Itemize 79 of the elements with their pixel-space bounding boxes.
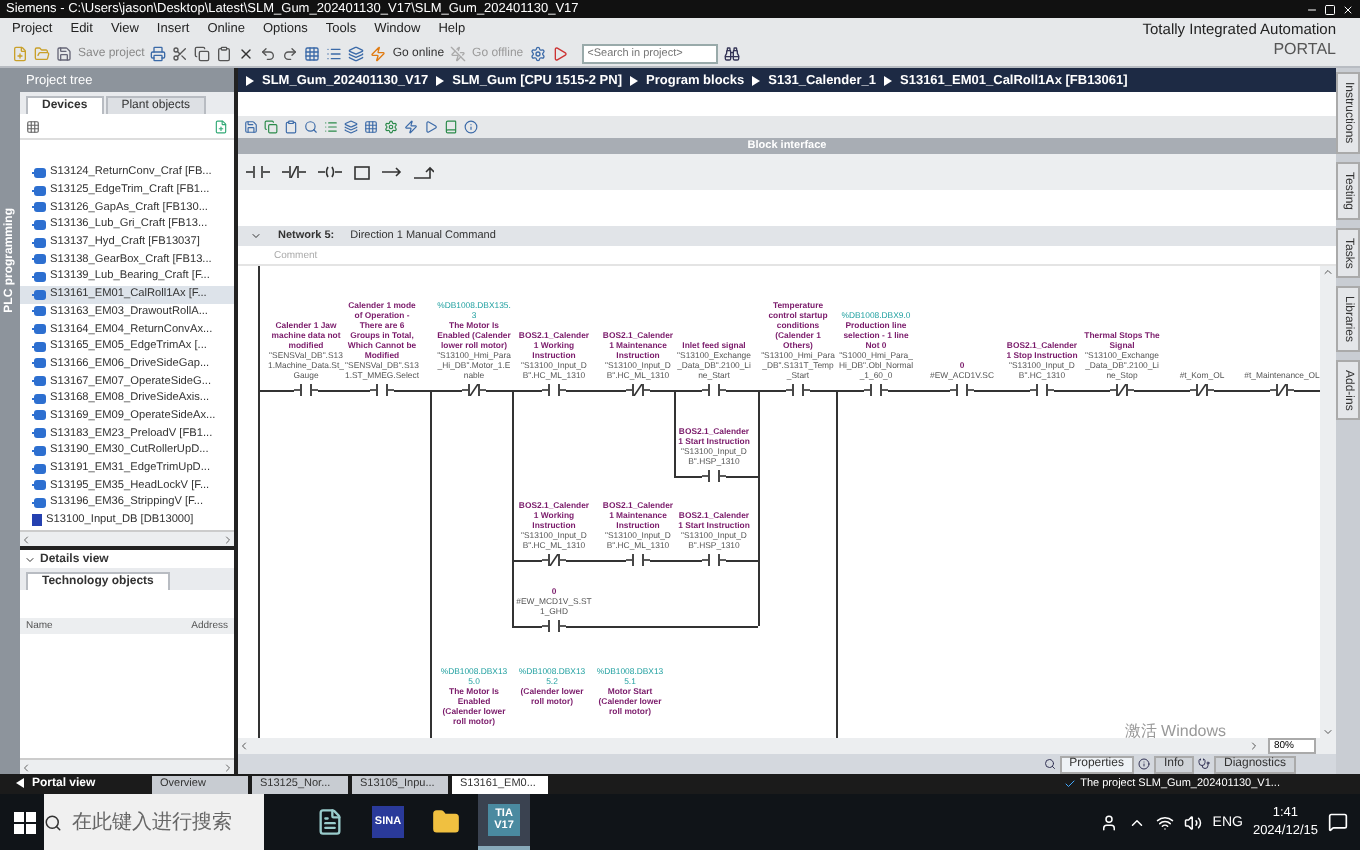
function-block-icon	[32, 341, 46, 352]
function-block-icon	[32, 376, 46, 387]
editor-tool-icon[interactable]	[264, 120, 278, 134]
volume-icon[interactable]	[1184, 813, 1203, 831]
contact-instruction-icon[interactable]	[246, 166, 270, 178]
collapse-icon[interactable]	[250, 230, 262, 242]
function-block-icon	[32, 497, 46, 508]
check-icon	[1064, 778, 1077, 790]
brand-subtitle: PORTAL	[1273, 40, 1336, 60]
breadcrumb-arrow-icon	[436, 75, 445, 85]
back-arrow-icon	[16, 777, 24, 787]
function-block-icon	[32, 358, 46, 369]
function-block-icon	[32, 306, 46, 317]
data-block-icon	[32, 514, 42, 527]
windows-start-icon[interactable]	[14, 811, 36, 833]
copy-icon[interactable]	[194, 45, 211, 61]
settings-icon[interactable]	[529, 45, 546, 61]
function-block-icon	[32, 219, 46, 230]
function-block-icon	[32, 202, 46, 213]
print-icon[interactable]	[150, 45, 167, 61]
editor-tool-icon[interactable]	[384, 120, 398, 134]
document-icon	[316, 808, 344, 836]
network-icon[interactable]	[1156, 813, 1175, 831]
paste-icon[interactable]	[216, 45, 233, 61]
contact-instruction-icon[interactable]	[282, 166, 306, 178]
function-block-icon	[32, 254, 46, 265]
binoculars-icon[interactable]	[723, 45, 740, 61]
activation-watermark: 激活 Windows	[1124, 720, 1226, 742]
cut-icon[interactable]	[172, 45, 189, 61]
editor-tool-icon[interactable]	[284, 120, 298, 134]
maximize-icon[interactable]	[1324, 3, 1336, 15]
editor-tool-icon[interactable]	[364, 120, 378, 134]
open-branch-icon[interactable]	[382, 166, 402, 178]
close-branch-icon[interactable]	[414, 165, 434, 179]
function-block-icon	[32, 463, 46, 474]
function-block-icon	[32, 185, 46, 196]
search-icon	[1043, 758, 1056, 770]
box-instruction-icon[interactable]	[354, 165, 370, 179]
function-block-icon	[32, 237, 46, 248]
function-block-icon	[32, 480, 46, 491]
function-block-icon	[32, 167, 46, 178]
taskbar-search-field[interactable]: 在此键入进行搜索	[44, 794, 264, 850]
notification-icon[interactable]	[1328, 812, 1348, 832]
minimize-icon[interactable]	[1306, 3, 1318, 15]
undo-icon[interactable]	[260, 45, 277, 61]
editor-tool-icon[interactable]	[324, 120, 338, 134]
layers-icon[interactable]	[348, 45, 365, 61]
editor-tool-icon[interactable]	[404, 120, 418, 134]
people-icon[interactable]	[1100, 813, 1119, 831]
breadcrumb-arrow-icon	[884, 75, 892, 85]
coil-instruction-icon[interactable]	[318, 166, 342, 178]
info-icon	[1137, 758, 1150, 770]
add-icon[interactable]	[214, 119, 228, 133]
function-block-icon	[32, 445, 46, 456]
function-block-icon	[32, 410, 46, 421]
editor-tool-icon[interactable]	[344, 120, 358, 134]
play-icon[interactable]	[551, 45, 568, 61]
breadcrumb-arrow-icon	[752, 75, 761, 85]
list-icon[interactable]	[326, 45, 343, 61]
function-block-icon	[32, 324, 46, 335]
editor-tool-icon[interactable]	[464, 120, 478, 134]
close-icon[interactable]	[1342, 3, 1354, 15]
lightning-icon[interactable]	[370, 45, 387, 61]
breadcrumb-arrow-icon	[630, 75, 639, 85]
function-block-icon	[32, 289, 46, 300]
function-block-icon	[32, 271, 46, 282]
delete-icon[interactable]	[238, 45, 255, 61]
collapse-icon[interactable]	[24, 553, 36, 565]
table-icon[interactable]	[26, 119, 40, 133]
function-block-icon	[32, 393, 46, 404]
editor-tool-icon[interactable]	[304, 120, 318, 134]
save-icon[interactable]	[56, 45, 72, 61]
editor-tool-icon[interactable]	[244, 120, 258, 134]
breadcrumb-arrow-icon	[246, 75, 254, 85]
grid-icon[interactable]	[304, 45, 321, 61]
folder-icon	[432, 808, 460, 836]
redo-icon[interactable]	[282, 45, 299, 61]
function-block-icon	[32, 428, 46, 439]
stethoscope-icon	[1197, 758, 1210, 770]
